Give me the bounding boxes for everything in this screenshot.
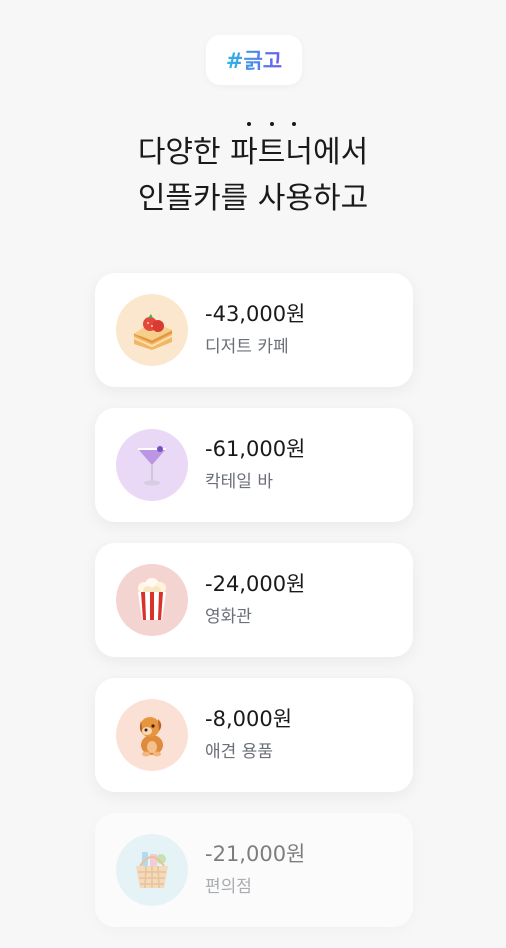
headline-line-2: 인플카를 사용하고 bbox=[137, 181, 369, 216]
transaction-category: 애견 용품 bbox=[205, 742, 273, 762]
transaction-amount: -61,000원 bbox=[205, 437, 306, 461]
transaction-amount: -8,000원 bbox=[205, 707, 293, 731]
transaction-amount: -24,000원 bbox=[205, 572, 306, 596]
popcorn-icon bbox=[116, 564, 188, 636]
transaction-card: -43,000원 디저트 카페 bbox=[95, 273, 413, 387]
page-headline: 다양한 파트너에서 인플카를 사용하고 bbox=[0, 122, 506, 222]
hashtag-label: #긁고 bbox=[226, 45, 282, 75]
transaction-card: -61,000원 칵테일 바 bbox=[95, 408, 413, 522]
basket-icon bbox=[116, 834, 188, 906]
headline-highlight: 파트너 bbox=[230, 122, 313, 176]
transaction-amount: -43,000원 bbox=[205, 302, 306, 326]
transaction-category: 디저트 카페 bbox=[205, 337, 289, 357]
transaction-amount: -21,000원 bbox=[205, 842, 306, 866]
transaction-list: -43,000원 디저트 카페 -61,000원 칵테일 바 -24,000원 … bbox=[95, 273, 413, 948]
transaction-category: 영화관 bbox=[205, 607, 252, 627]
transaction-category: 편의점 bbox=[205, 877, 252, 897]
headline-text-suffix: 에서 bbox=[312, 135, 369, 170]
cake-icon bbox=[116, 294, 188, 366]
transaction-card: -24,000원 영화관 bbox=[95, 543, 413, 657]
transaction-category: 칵테일 바 bbox=[205, 472, 273, 492]
transaction-card: -21,000원 편의점 bbox=[95, 813, 413, 927]
cocktail-icon bbox=[116, 429, 188, 501]
headline-text-prefix: 다양한 bbox=[137, 135, 231, 170]
transaction-card: -8,000원 애견 용품 bbox=[95, 678, 413, 792]
hashtag-badge: #긁고 bbox=[206, 35, 302, 85]
dog-icon bbox=[116, 699, 188, 771]
